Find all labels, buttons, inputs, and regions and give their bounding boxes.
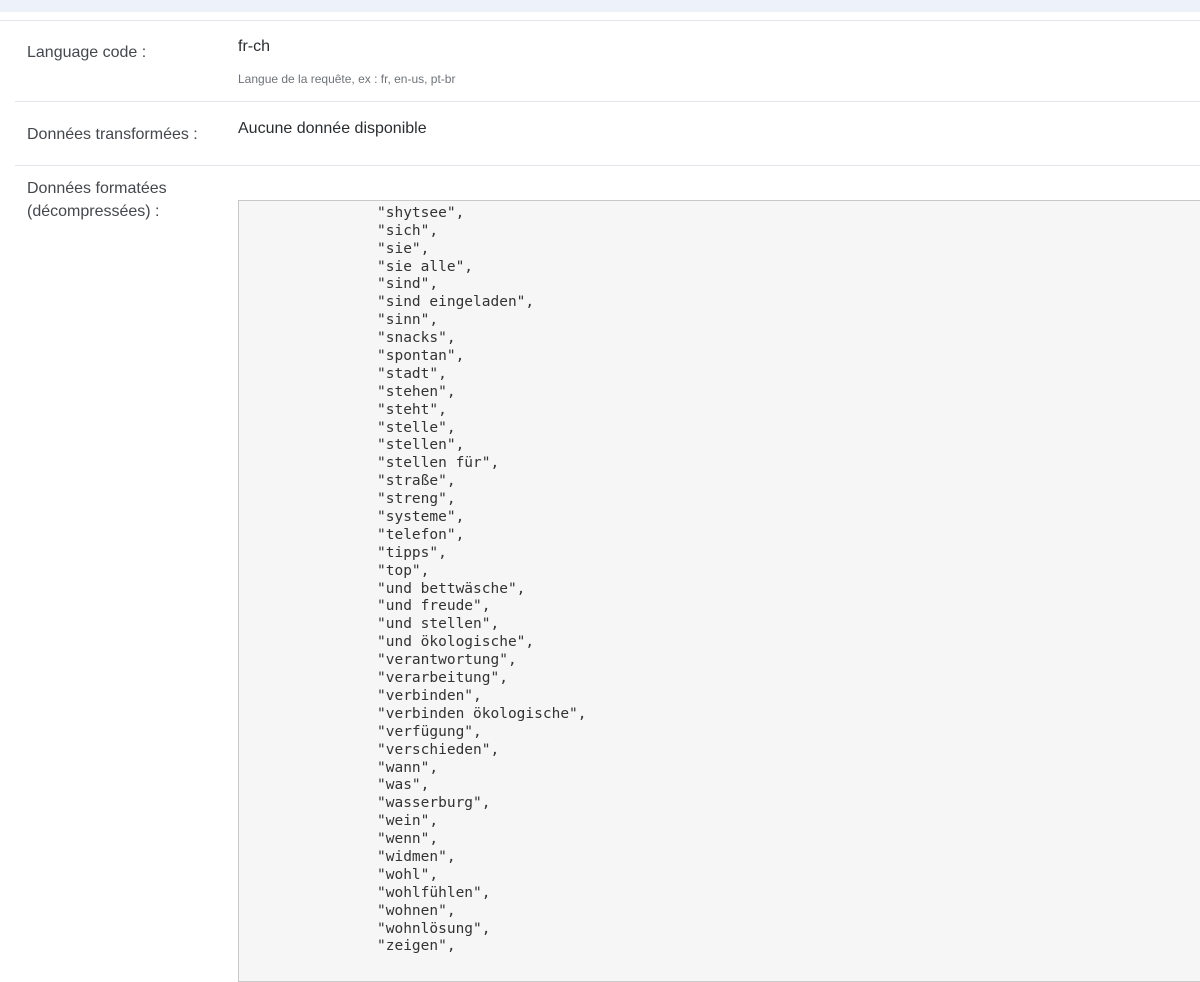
code-line: "wenn", [377,831,439,848]
code-line: "verantwortung", [377,652,517,669]
transformed-data-label: Données transformées : [27,126,198,143]
code-line: "sie", [377,240,430,257]
formatted-data-label: Données formatées (décompressées) : [27,177,207,223]
code-line: "sie alle", [377,258,474,275]
code-line: "telefon", [377,526,465,543]
code-line: "verbinden", [377,687,482,704]
code-line: "systeme", [377,509,465,526]
code-line: "steht", [377,401,447,418]
code-line: "und stellen", [377,616,500,633]
code-line: "verschieden", [377,741,500,758]
language-code-row: Language code : fr-ch Langue de la requê… [15,21,1200,102]
code-line: "und ökologische", [377,634,535,651]
code-line: "stellen", [377,437,465,454]
code-line: "stelle", [377,419,456,436]
code-lines: ","shytsee","sich","sie","sie alle","sin… [377,201,587,956]
info-banner [0,0,1200,12]
code-line: "sind", [377,276,439,293]
code-line: "verfügung", [377,723,482,740]
code-line: "sind eingeladen", [377,294,535,311]
code-line: "und freude", [377,598,491,615]
code-line: "widmen", [377,848,456,865]
code-line: "spontan", [377,348,465,365]
code-line: "snacks", [377,330,456,347]
code-line: "wein", [377,813,439,830]
code-line: "wann", [377,759,439,776]
transformed-data-value: Aucune donnée disponible [238,120,427,137]
code-line: "streng", [377,491,456,508]
code-line: "sinn", [377,312,439,329]
code-line: "wohl", [377,866,439,883]
formatted-data-label-line1: Données formatées [27,180,167,197]
formatted-data-label-line2: (décompressées) : [27,203,160,220]
code-line: "wohnlösung", [377,920,491,937]
code-line: "stadt", [377,365,447,382]
code-line: "verbinden ökologische", [377,705,587,722]
language-code-label: Language code : [27,44,147,61]
code-line: "stehen", [377,383,456,400]
code-line: "verarbeitung", [377,670,508,687]
code-line: "shytsee", [377,204,465,221]
code-line: "zeigen", [377,938,456,955]
code-line: "wohnen", [377,902,456,919]
code-line: "wohlfühlen", [377,884,491,901]
code-line: "straße", [377,473,456,490]
code-line: "was", [377,777,430,794]
code-line: "sich", [377,222,439,239]
transformed-data-row: Données transformées : Aucune donnée dis… [15,102,1200,166]
code-line: "top", [377,562,430,579]
language-code-help: Langue de la requête, ex : fr, en-us, pt… [238,72,456,86]
code-line: "tipps", [377,544,447,561]
formatted-data-row: Données formatées (décompressées) : ","s… [15,166,1200,982]
formatted-data-code-box[interactable]: ","shytsee","sich","sie","sie alle","sin… [238,200,1200,982]
language-code-value: fr-ch [238,38,270,55]
code-line: "und bettwäsche", [377,580,526,597]
code-line: "stellen für", [377,455,500,472]
code-line: "wasserburg", [377,795,491,812]
